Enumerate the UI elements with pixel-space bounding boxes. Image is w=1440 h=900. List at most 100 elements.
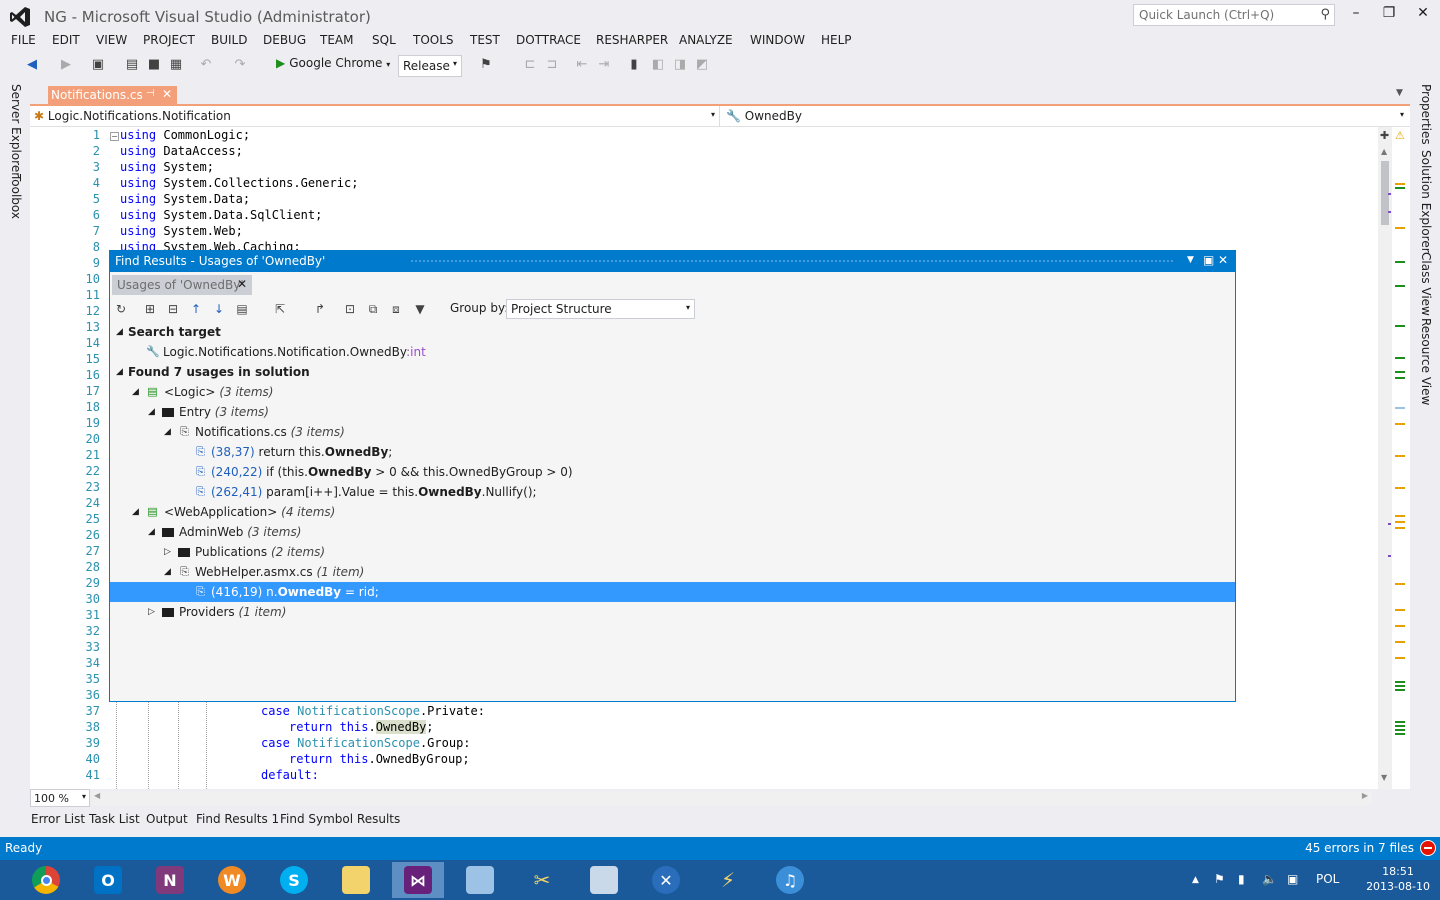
close-usages-tab-icon[interactable]: ✕ (237, 277, 247, 291)
clock[interactable]: 18:51 2013-08-10 (1366, 864, 1430, 894)
error-stripe-mark[interactable] (1395, 725, 1405, 727)
expand-arrow-icon[interactable]: ▷ (148, 602, 155, 622)
show-preview-icon[interactable]: ⊡ (342, 301, 358, 317)
configuration-select[interactable]: Release ▾ (398, 55, 462, 77)
start-debugging-button[interactable]: ▶ Google Chrome ▾ (276, 56, 390, 70)
split-icon[interactable]: ✚ (1380, 129, 1389, 142)
tree-node-file-notifications[interactable]: ◢ ⎘ Notifications.cs (3 items) (110, 422, 1235, 442)
tree-node-usage[interactable]: ⎘ (240,22) if (this.OwnedBy > 0 && this.… (110, 462, 1235, 482)
tab-find-symbol-results[interactable]: Find Symbol Results (280, 812, 400, 826)
bookmark-icon[interactable]: ▮ (626, 57, 642, 73)
tree-node-file-webhelper[interactable]: ◢ ⎘ WebHelper.asmx.cs (1 item) (110, 562, 1235, 582)
menu-analyze[interactable]: ANALYZE (679, 33, 733, 47)
clear-bookmarks-icon[interactable]: ◩ (694, 57, 710, 73)
menu-sql[interactable]: SQL (372, 33, 396, 47)
quick-launch-input[interactable]: Quick Launch (Ctrl+Q) ⚲ (1133, 4, 1335, 26)
collapse-arrow-icon[interactable]: ◢ (116, 362, 123, 382)
expand-all-icon[interactable]: ⊞ (142, 301, 158, 317)
error-stripe-mark[interactable] (1395, 625, 1405, 627)
refresh-icon[interactable]: ↻ (113, 301, 129, 317)
error-stripe-mark[interactable] (1395, 521, 1405, 523)
tree-node-folder-publications[interactable]: ▷ Publications (2 items) (110, 542, 1235, 562)
input-language[interactable]: POL (1316, 872, 1339, 886)
tab-class-view[interactable]: Class View (1419, 252, 1433, 316)
error-stripe-mark[interactable] (1395, 407, 1405, 409)
filter-icon[interactable]: ▼ (412, 301, 428, 317)
error-stripe-mark[interactable] (1388, 523, 1391, 525)
indent-icon[interactable]: ⇥ (596, 57, 612, 73)
group-by-select[interactable]: Project Structure ▾ (506, 299, 695, 319)
usages-tab[interactable]: Usages of 'OwnedBy' ✕ (112, 275, 252, 295)
maximize-button[interactable]: ❐ (1376, 5, 1402, 25)
error-stripe-mark[interactable] (1395, 515, 1405, 517)
zoom-select[interactable]: 100 % ▾ (30, 789, 90, 807)
scroll-down-icon[interactable]: ▼ (1381, 773, 1387, 782)
error-stripe-mark[interactable] (1395, 187, 1405, 189)
open-file-icon[interactable]: ▤ (124, 57, 140, 73)
menu-build[interactable]: BUILD (211, 33, 247, 47)
menu-file[interactable]: FILE (11, 33, 36, 47)
error-stripe-mark[interactable] (1395, 455, 1405, 457)
view-options-icon[interactable]: ▤ (234, 301, 250, 317)
error-stripe-mark[interactable] (1388, 555, 1391, 557)
error-stripe-mark[interactable] (1395, 357, 1405, 359)
collapse-arrow-icon[interactable]: ◢ (164, 422, 171, 442)
minimize-button[interactable]: – (1343, 5, 1369, 25)
menu-test[interactable]: TEST (470, 33, 500, 47)
error-stripe-mark[interactable] (1395, 689, 1405, 691)
menu-tools[interactable]: TOOLS (413, 33, 454, 47)
forward-icon[interactable]: ▶ (58, 57, 74, 73)
taskbar-app-remote[interactable] (578, 862, 630, 898)
close-panel-icon[interactable]: ✕ (1218, 253, 1228, 267)
tab-output[interactable]: Output (146, 812, 188, 826)
error-stripe-mark[interactable] (1388, 211, 1391, 213)
scroll-right-icon[interactable]: ▶ (1362, 791, 1368, 800)
menu-team[interactable]: TEAM (320, 33, 353, 47)
taskbar-itunes[interactable]: ♫ (764, 862, 816, 898)
taskbar-app-orange[interactable]: W (206, 862, 258, 898)
back-icon[interactable]: ◀ (24, 57, 40, 73)
error-stripe-mark[interactable] (1395, 261, 1405, 263)
error-summary[interactable]: 45 errors in 7 files (1305, 841, 1414, 855)
outdent-icon[interactable]: ⇤ (574, 57, 590, 73)
tab-task-list[interactable]: Task List (89, 812, 140, 826)
error-stripe-mark[interactable] (1395, 733, 1405, 735)
tree-node-project-webapplication[interactable]: ◢ ▤ <WebApplication> (4 items) (110, 502, 1235, 522)
export-icon[interactable]: ⇱ (272, 301, 288, 317)
tab-properties[interactable]: Properties (1419, 84, 1433, 145)
collapse-arrow-icon[interactable]: ◢ (132, 382, 139, 402)
pin-results-icon[interactable]: ⧈ (388, 301, 404, 317)
tree-node-usage-selected[interactable]: ⎘ (416,19) n.OwnedBy = rid; (110, 582, 1235, 602)
window-position-icon[interactable]: ▼ (1187, 255, 1194, 265)
error-stripe-mark[interactable] (1395, 685, 1405, 687)
taskbar-app-plug[interactable]: ⚡ (702, 862, 754, 898)
save-icon[interactable]: ■ (146, 57, 162, 73)
new-project-icon[interactable]: ▣ (90, 57, 106, 73)
error-stripe-mark[interactable] (1395, 641, 1405, 643)
editor-horizontal-scrollbar[interactable]: ◀ ▶ (92, 791, 1372, 805)
collapse-arrow-icon[interactable]: ◢ (116, 322, 123, 342)
collapse-all-icon[interactable]: ⊟ (165, 301, 181, 317)
error-stripe-mark[interactable] (1395, 721, 1405, 723)
show-hidden-icons[interactable]: ▲ (1192, 875, 1199, 885)
tree-node-folder-entry[interactable]: ◢ Entry (3 items) (110, 402, 1235, 422)
error-icon[interactable] (1420, 840, 1436, 856)
taskbar-outlook[interactable]: O (82, 862, 134, 898)
collapse-arrow-icon[interactable]: ◢ (164, 562, 171, 582)
tree-node-folder-providers[interactable]: ▷ Providers (1 item) (110, 602, 1235, 622)
warning-icon[interactable]: ⚠ (1395, 129, 1405, 142)
tab-resource-view[interactable]: Resource View (1419, 318, 1433, 405)
error-stripe-mark[interactable] (1395, 423, 1405, 425)
member-selector[interactable]: 🔧 OwnedBy ▾ (722, 106, 1410, 127)
taskbar-onenote[interactable]: N (144, 862, 196, 898)
menu-dottrace[interactable]: DOTTRACE (516, 33, 581, 47)
taskbar-skype[interactable]: S (268, 862, 320, 898)
menu-view[interactable]: VIEW (96, 33, 127, 47)
network-icon[interactable]: ▣ (1287, 872, 1298, 886)
taskbar-app-x[interactable]: ✕ (640, 862, 692, 898)
taskbar-explorer[interactable] (330, 862, 382, 898)
undo-icon[interactable]: ↶ (198, 57, 214, 73)
tree-node-found[interactable]: ◢ Found 7 usages in solution (110, 362, 1235, 382)
error-stripe-mark[interactable] (1388, 193, 1391, 195)
collapse-arrow-icon[interactable]: ◢ (148, 402, 155, 422)
